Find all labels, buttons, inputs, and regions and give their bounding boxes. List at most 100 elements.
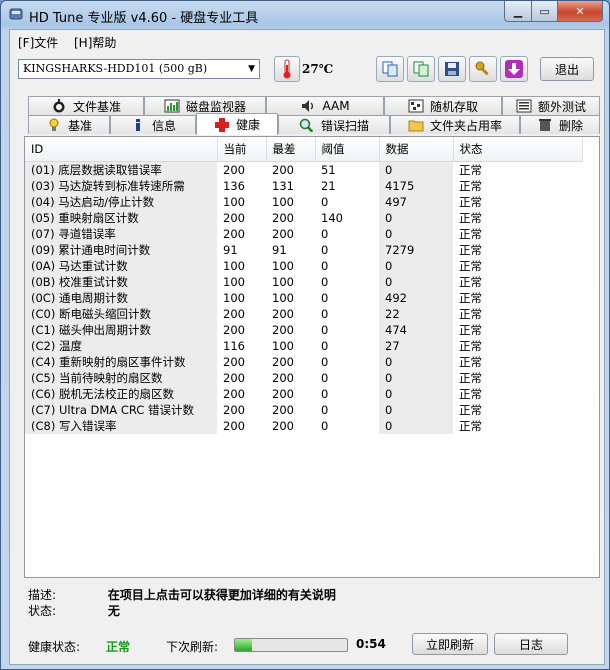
table-row[interactable]: (05) 重映射扇区计数 200 200 140 0 正常 — [25, 210, 583, 226]
cell-threshold: 0 — [321, 403, 329, 417]
menu-help[interactable]: [H]帮助 — [74, 34, 116, 51]
minimize-button[interactable]: ▁ — [504, 1, 532, 22]
cell-threshold: 0 — [321, 195, 329, 209]
column-header-threshold[interactable]: 阈值 — [315, 137, 380, 162]
magnifier-icon — [299, 118, 314, 132]
speaker-icon — [302, 100, 314, 112]
checklist-icon — [516, 99, 532, 113]
tab-health[interactable]: 健康 — [196, 113, 278, 135]
cell-worst: 131 — [272, 179, 294, 193]
tab-extra-tests[interactable]: 额外测试 — [502, 96, 600, 115]
window-title: HD Tune 专业版 v4.60 - 硬盘专业工具 — [29, 11, 259, 26]
table-row[interactable]: (04) 马达启动/停止计数 100 100 0 497 正常 — [25, 194, 583, 210]
column-header-status[interactable]: 状态 — [453, 137, 583, 162]
cell-threshold: 0 — [321, 243, 329, 257]
exit-button[interactable]: 退出 — [540, 57, 594, 81]
column-header-worst[interactable]: 最差 — [266, 137, 316, 162]
chevron-down-icon: ▼ — [248, 64, 255, 74]
table-row[interactable]: (C4) 重新映射的扇区事件计数 200 200 0 0 正常 — [25, 354, 583, 370]
cell-status: 正常 — [459, 419, 482, 433]
table-row[interactable]: (C6) 脱机无法校正的扇区数 200 200 0 0 正常 — [25, 386, 583, 402]
cell-id: (C4) 重新映射的扇区事件计数 — [25, 354, 217, 370]
cell-id: (03) 马达旋转到标准转速所需 — [25, 178, 217, 194]
column-header-current[interactable]: 当前 — [217, 137, 267, 162]
cell-status: 正常 — [459, 195, 482, 209]
cell-current: 200 — [223, 211, 245, 225]
cell-worst: 100 — [272, 195, 294, 209]
tab-random-access[interactable]: 随机存取 — [384, 96, 502, 115]
cell-worst: 200 — [272, 419, 294, 433]
next-refresh-label: 下次刷新: — [166, 640, 219, 654]
refresh-countdown: 0:54 — [356, 637, 386, 651]
cell-status: 正常 — [459, 403, 482, 417]
lightbulb-icon — [49, 118, 59, 131]
cell-current: 200 — [223, 227, 245, 241]
tab-file-benchmark[interactable]: 文件基准 — [28, 96, 144, 115]
tab-folder-usage[interactable]: 文件夹占用率 — [390, 115, 520, 134]
cell-status: 正常 — [459, 259, 482, 273]
cell-current: 200 — [223, 371, 245, 385]
cell-threshold: 0 — [321, 259, 329, 273]
folder-icon — [408, 120, 424, 132]
table-row[interactable]: (C1) 磁头伸出周期计数 200 200 0 474 正常 — [25, 322, 583, 338]
close-button[interactable]: ✕ — [558, 1, 603, 22]
cell-data: 27 — [379, 338, 453, 354]
cell-data: 497 — [379, 194, 453, 210]
tab-error-scan[interactable]: 错误扫描 — [278, 115, 390, 134]
table-row[interactable]: (0A) 马达重试计数 100 100 0 0 正常 — [25, 258, 583, 274]
refresh-progress-fill — [235, 639, 252, 651]
cell-threshold: 140 — [321, 211, 343, 225]
tab-erase[interactable]: 删除 — [520, 115, 600, 134]
table-row[interactable]: (01) 底层数据读取错误率 200 200 51 0 正常 — [25, 161, 583, 178]
cell-threshold: 0 — [321, 291, 329, 305]
tab-benchmark[interactable]: 基准 — [28, 115, 110, 134]
options-button[interactable] — [469, 56, 497, 82]
description-label: 描述: — [28, 588, 57, 602]
table-row[interactable]: (C0) 断电磁头缩回计数 200 200 0 22 正常 — [25, 306, 583, 322]
maximize-button[interactable]: ▭ — [532, 1, 558, 22]
cell-data: 0 — [379, 258, 453, 274]
temperature-button[interactable] — [274, 56, 300, 82]
toolbar: KINGSHARKS-HDD101 (500 gB) ▼ 27℃ 退出 — [10, 54, 604, 88]
cell-data: 0 — [379, 274, 453, 290]
table-row[interactable]: (C2) 温度 116 100 0 27 正常 — [25, 338, 583, 354]
cell-id: (C5) 当前待映射的扇区数 — [25, 370, 217, 386]
tab-aam[interactable]: AAM — [266, 96, 384, 115]
log-button[interactable]: 日志 — [494, 633, 568, 655]
menu-file[interactable]: [F]文件 — [18, 34, 58, 51]
table-row[interactable]: (07) 寻道错误率 200 200 0 0 正常 — [25, 226, 583, 242]
smart-table-panel: ID 当前 最差 阈值 数据 状态 (01) 底层数据读取错误率 200 200 51… — [24, 136, 600, 578]
download-button[interactable] — [500, 56, 528, 82]
title-bar[interactable]: HD Tune 专业版 v4.60 - 硬盘专业工具 ▁ ▭ ✕ — [1, 1, 609, 29]
table-row[interactable]: (03) 马达旋转到标准转速所需 136 131 21 4175 正常 — [25, 178, 583, 194]
cell-current: 100 — [223, 195, 245, 209]
drive-select[interactable]: KINGSHARKS-HDD101 (500 gB) ▼ — [18, 59, 260, 79]
column-header-id[interactable]: ID — [25, 137, 218, 162]
cell-worst: 100 — [272, 339, 294, 353]
cell-status: 正常 — [459, 227, 482, 241]
table-row[interactable]: (09) 累计通电时间计数 91 91 0 7279 正常 — [25, 242, 583, 258]
clipboard-icon — [413, 61, 429, 77]
cell-status: 正常 — [459, 163, 482, 177]
trash-icon — [538, 119, 551, 131]
cell-worst: 100 — [272, 275, 294, 289]
table-row[interactable]: (C5) 当前待映射的扇区数 200 200 0 0 正常 — [25, 370, 583, 386]
cell-threshold: 0 — [321, 227, 329, 241]
cell-current: 200 — [223, 419, 245, 433]
copy-info-button[interactable] — [376, 56, 404, 82]
table-row[interactable]: (0B) 校准重试计数 100 100 0 0 正常 — [25, 274, 583, 290]
table-row[interactable]: (C7) Ultra DMA CRC 错误计数 200 200 0 0 正常 — [25, 402, 583, 418]
save-button[interactable] — [438, 56, 466, 82]
refresh-now-button[interactable]: 立即刷新 — [412, 633, 488, 655]
column-header-data[interactable]: 数据 — [379, 137, 454, 162]
cell-threshold: 0 — [321, 371, 329, 385]
smart-table-body: (01) 底层数据读取错误率 200 200 51 0 正常 (03) 马达旋转到标准转速所… — [25, 161, 583, 434]
table-row[interactable]: (0C) 通电周期计数 100 100 0 492 正常 — [25, 290, 583, 306]
tab-info[interactable]: 信息 — [110, 115, 196, 134]
table-header-row: ID 当前 最差 阈值 数据 状态 — [25, 137, 583, 162]
copy-screen-button[interactable] — [407, 56, 435, 82]
cell-worst: 200 — [272, 163, 294, 177]
cell-data: 0 — [379, 386, 453, 402]
app-window: HD Tune 专业版 v4.60 - 硬盘专业工具 ▁ ▭ ✕ [F]文件 [… — [0, 0, 610, 670]
table-row[interactable]: (C8) 写入错误率 200 200 0 0 正常 — [25, 418, 583, 434]
